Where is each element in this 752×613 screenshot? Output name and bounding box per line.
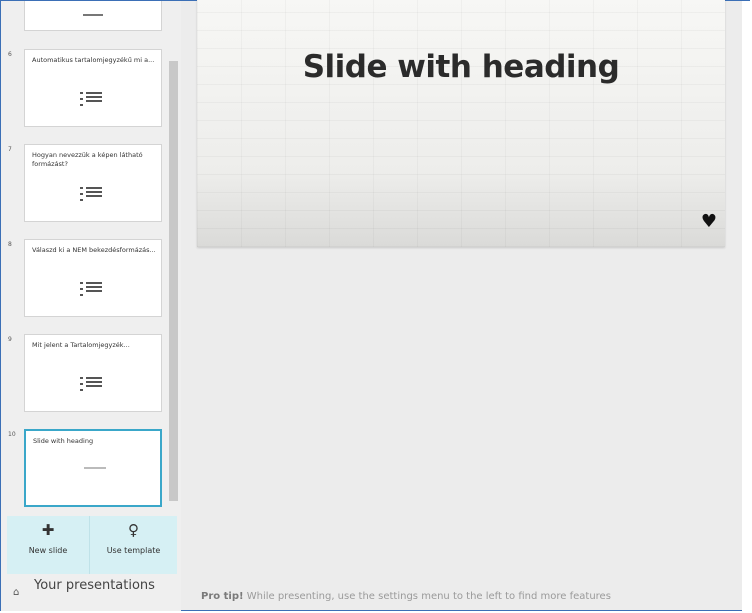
your-presentations-link[interactable]: ⌂ Your presentations [7, 577, 177, 611]
slide-number: 7 [8, 146, 12, 153]
your-presentations-label: Your presentations [34, 578, 155, 593]
main-area: Slide with heading ♥ Pro tip! While pres… [181, 0, 748, 610]
slide-thumbnail[interactable]: Válaszd ki a NEM bekezdésformázás... [24, 239, 162, 317]
slide-thumbnail-title: Válaszd ki a NEM bekezdésformázás... [32, 246, 156, 254]
new-slide-label: New slide [28, 546, 68, 555]
plus-icon: ✚ [41, 521, 55, 539]
use-template-label: Use template [106, 546, 161, 555]
heart-icon[interactable]: ♥ [701, 213, 717, 231]
heading-placeholder-line [84, 467, 106, 469]
slide-item[interactable]: 6 Automatikus tartalomjegyzékű mi a... [1, 49, 171, 137]
slide-thumbnail-active[interactable]: Slide with heading [24, 429, 162, 507]
list-icon [80, 280, 102, 298]
slide-thumbnail[interactable]: Mit jelent a Tartalomjegyzék... [24, 334, 162, 412]
slide-thumbnail-title: Mit jelent a Tartalomjegyzék... [32, 341, 130, 349]
pro-tip-text: While presenting, use the settings menu … [243, 591, 611, 602]
slide-thumbnail[interactable]: Hogyan nevezzük a képen látható formázás… [24, 144, 162, 222]
slide-item[interactable]: 8 Válaszd ki a NEM bekezdésformázás... [1, 239, 171, 327]
slide-item[interactable]: 7 Hogyan nevezzük a képen látható formáz… [1, 144, 171, 232]
slide-number: 10 [8, 431, 16, 438]
pro-tip-label: Pro tip! [201, 591, 244, 602]
list-icon [80, 375, 102, 393]
new-slide-button[interactable]: ✚ New slide [7, 516, 89, 574]
current-slide[interactable]: Slide with heading ♥ [197, 0, 725, 247]
slide-thumbnail-partial[interactable] [24, 1, 162, 31]
use-template-button[interactable]: ♀ Use template [90, 516, 177, 574]
slide-heading[interactable]: Slide with heading [197, 49, 725, 85]
slide-thumbnail-title: Slide with heading [33, 437, 94, 445]
slide-number: 8 [8, 241, 12, 248]
sidebar-scrollbar[interactable] [169, 61, 178, 501]
slide-thumbnail[interactable]: Automatikus tartalomjegyzékű mi a... [24, 49, 162, 127]
slide-actions: ✚ New slide ♀ Use template [7, 516, 177, 574]
lightbulb-icon: ♀ [128, 521, 139, 539]
slide-thumbnail-title: Hogyan nevezzük a képen látható formázás… [32, 151, 143, 168]
slide-item-active[interactable]: 10 Slide with heading [1, 429, 171, 509]
slide-thumbnail-title: Automatikus tartalomjegyzékű mi a... [32, 56, 155, 64]
list-icon [80, 185, 102, 203]
slide-item[interactable]: 9 Mit jelent a Tartalomjegyzék... [1, 334, 171, 422]
slide-number: 9 [8, 336, 12, 343]
list-icon [80, 90, 102, 108]
slide-number: 6 [8, 51, 12, 58]
right-edge [742, 1, 750, 611]
home-icon: ⌂ [13, 587, 20, 598]
pro-tip: Pro tip! While presenting, use the setti… [201, 591, 611, 602]
slide-list[interactable]: 6 Automatikus tartalomjegyzékű mi a... 7… [1, 1, 173, 509]
slide-sidebar: 6 Automatikus tartalomjegyzékű mi a... 7… [1, 1, 181, 611]
